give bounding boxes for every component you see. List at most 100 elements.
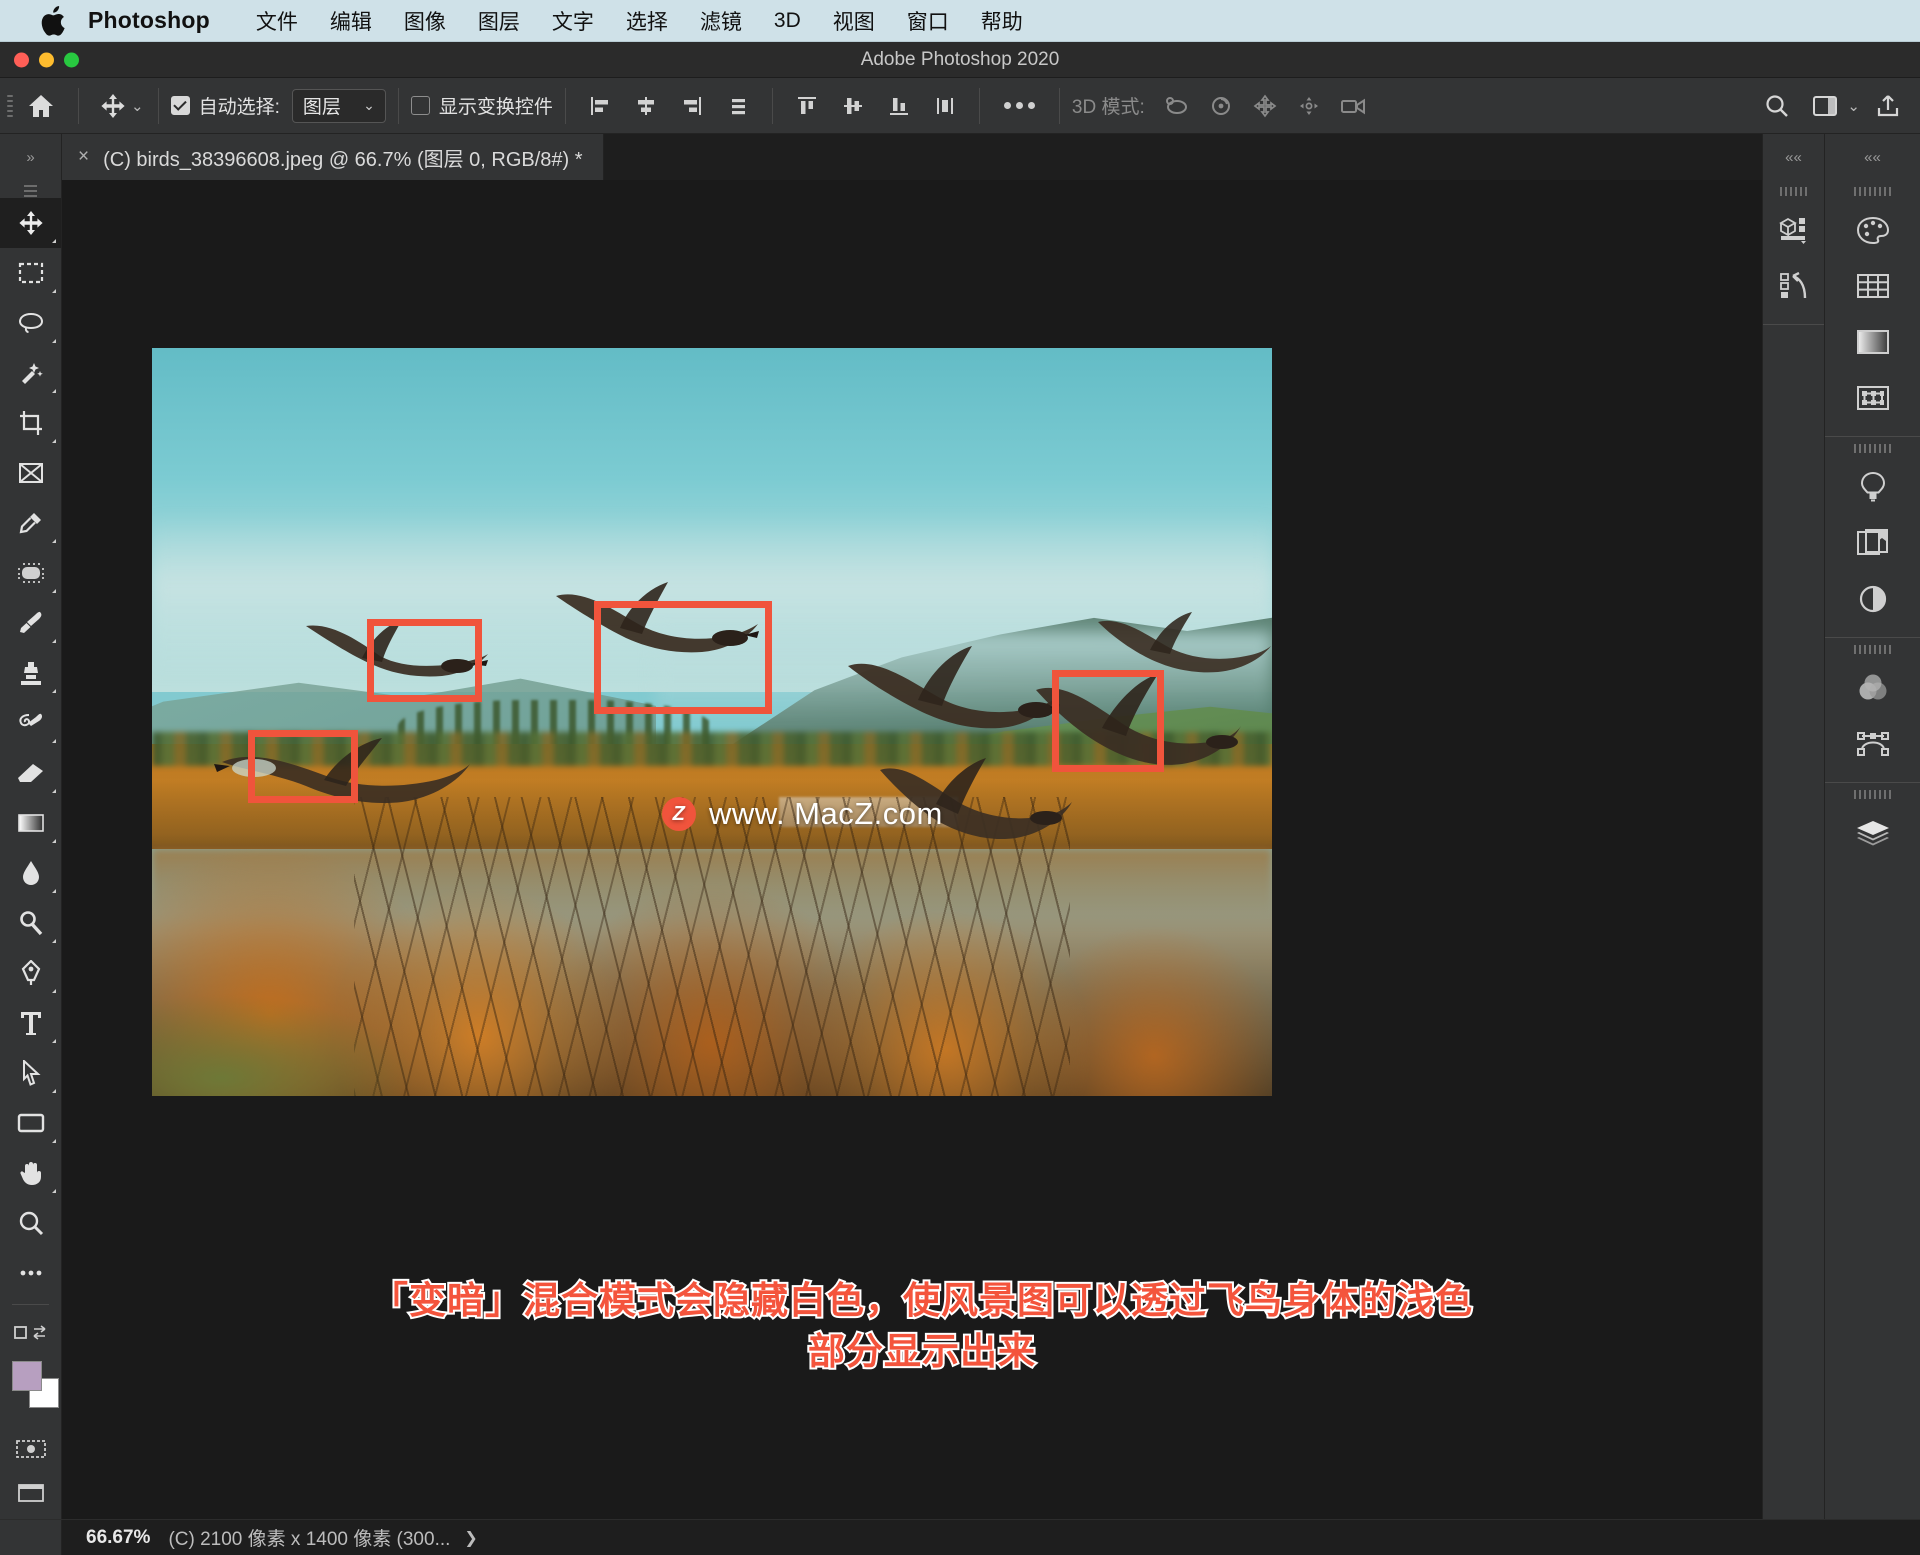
sidebar-item-move-tool[interactable] [0, 198, 61, 248]
tool-flyout-corner-icon [52, 339, 56, 343]
panel-grip[interactable] [1825, 437, 1920, 459]
sidebar-item-spot-healing-brush-tool[interactable] [0, 548, 61, 598]
history-panel-icon[interactable] [1763, 258, 1824, 314]
rotate-3d-icon[interactable] [1155, 86, 1199, 126]
menu-item-3d[interactable]: 3D [758, 9, 817, 33]
artboard[interactable] [152, 348, 1272, 1096]
align-horizontal-centers-icon[interactable] [624, 86, 668, 126]
menu-item-view[interactable]: 视图 [817, 6, 891, 36]
move-tool-icon[interactable] [91, 86, 135, 126]
home-icon[interactable] [16, 86, 66, 126]
menu-item-select[interactable]: 选择 [610, 6, 684, 36]
checkbox-box[interactable] [410, 96, 430, 115]
panel-grip[interactable] [1763, 180, 1824, 202]
menu-item-type[interactable]: 文字 [536, 6, 610, 36]
paths-panel-icon[interactable] [1825, 716, 1920, 772]
gradients-panel-icon[interactable] [1825, 314, 1920, 370]
checkbox-box[interactable] [170, 96, 190, 115]
pan-3d-icon[interactable] [1243, 86, 1287, 126]
align-left-edges-icon[interactable] [578, 86, 622, 126]
quick-mask-mode-icon[interactable] [0, 1427, 61, 1471]
dock-b-collapse-icon[interactable]: «« [1824, 134, 1920, 180]
chevron-right-icon[interactable]: ❯ [464, 1528, 477, 1548]
menu-item-edit[interactable]: 编辑 [314, 6, 388, 36]
close-window-button[interactable] [14, 52, 29, 67]
patterns-panel-icon[interactable] [1825, 370, 1920, 426]
libraries-panel-icon[interactable] [1825, 515, 1920, 571]
tool-preset-chevron-icon[interactable]: ⌄ [131, 97, 144, 115]
menu-item-window[interactable]: 窗口 [891, 6, 965, 36]
zoom-level[interactable]: 66.67% [62, 1527, 168, 1549]
toolbox-grip[interactable] [0, 184, 61, 198]
menu-item-filter[interactable]: 滤镜 [684, 6, 758, 36]
sidebar-item-clone-stamp-tool[interactable] [0, 648, 61, 698]
align-vertical-centers-icon[interactable] [831, 86, 875, 126]
channels-panel-icon[interactable] [1825, 660, 1920, 716]
sidebar-item-quick-selection-tool[interactable] [0, 348, 61, 398]
sidebar-item-pen-tool[interactable] [0, 948, 61, 998]
sidebar-item-eraser-tool[interactable] [0, 748, 61, 798]
workspace-icon[interactable] [1803, 86, 1847, 126]
sidebar-item-rectangle-tool[interactable] [0, 1098, 61, 1148]
sidebar-item-brush-tool[interactable] [0, 598, 61, 648]
toolbox-collapse-icon[interactable]: » [0, 134, 62, 180]
share-icon[interactable] [1866, 86, 1910, 126]
menu-brand[interactable]: Photoshop [88, 7, 210, 34]
options-bar-grip[interactable] [4, 89, 16, 123]
slide-3d-icon[interactable] [1287, 86, 1331, 126]
3d-panel-icon[interactable] [1763, 202, 1824, 258]
maximize-window-button[interactable] [64, 52, 79, 67]
search-icon[interactable] [1755, 86, 1799, 126]
panel-grip[interactable] [1825, 638, 1920, 660]
panel-grip[interactable] [1825, 180, 1920, 202]
apple-logo-icon[interactable] [40, 5, 66, 36]
menu-item-layer[interactable]: 图层 [462, 6, 536, 36]
sidebar-item-frame-tool[interactable] [0, 448, 61, 498]
sidebar-item-edit-toolbar[interactable] [0, 1248, 61, 1298]
roll-3d-icon[interactable] [1199, 86, 1243, 126]
align-top-edges-icon[interactable] [785, 86, 829, 126]
sidebar-item-crop-tool[interactable] [0, 398, 61, 448]
dock-a-collapse-icon[interactable]: «« [1762, 134, 1824, 180]
menu-item-help[interactable]: 帮助 [965, 6, 1039, 36]
align-bottom-edges-icon[interactable] [877, 86, 921, 126]
layers-panel-icon[interactable] [1825, 805, 1920, 861]
sidebar-item-dodge-tool[interactable] [0, 898, 61, 948]
more-options-icon[interactable] [992, 102, 1047, 109]
minimize-window-button[interactable] [39, 52, 54, 67]
close-icon[interactable]: × [78, 146, 89, 168]
bird-box-2 [594, 601, 772, 714]
foreground-color-swatch[interactable] [12, 1361, 42, 1391]
auto-select-scope-dropdown[interactable]: 图层 ⌄ [291, 88, 386, 123]
document-tab-title: (C) birds_38396608.jpeg @ 66.7% (图层 0, R… [103, 148, 583, 171]
sidebar-item-history-brush-tool[interactable] [0, 698, 61, 748]
quick-mask-toggle-icon[interactable] [0, 1311, 61, 1355]
align-right-edges-icon[interactable] [670, 86, 714, 126]
chevron-down-icon[interactable]: ⌄ [1847, 97, 1860, 115]
sidebar-item-hand-tool[interactable] [0, 1148, 61, 1198]
sidebar-item-eyedropper-tool[interactable] [0, 498, 61, 548]
distribute-horizontally-icon[interactable] [716, 86, 760, 126]
show-transform-controls-checkbox[interactable]: 显示变换控件 [410, 92, 553, 119]
document-tab[interactable]: × (C) birds_38396608.jpeg @ 66.7% (图层 0,… [62, 134, 604, 180]
distribute-vertically-icon[interactable] [923, 86, 967, 126]
screen-mode-icon[interactable] [0, 1471, 61, 1515]
menu-item-file[interactable]: 文件 [240, 6, 314, 36]
sidebar-item-type-tool[interactable] [0, 998, 61, 1048]
swatches-panel-icon[interactable] [1825, 258, 1920, 314]
sidebar-item-lasso-tool[interactable] [0, 298, 61, 348]
sidebar-item-blur-tool[interactable] [0, 848, 61, 898]
adjustments-panel-icon[interactable] [1825, 459, 1920, 515]
canvas-area[interactable]: Z www. MacZ.com 「变暗」混合模式会隐藏白色，使风景图可以透过飞鸟… [62, 180, 1762, 1555]
sidebar-item-path-selection-tool[interactable] [0, 1048, 61, 1098]
auto-select-checkbox[interactable]: 自动选择: [170, 92, 280, 119]
panel-grip[interactable] [1825, 783, 1920, 805]
sidebar-item-gradient-tool[interactable] [0, 798, 61, 848]
menu-item-image[interactable]: 图像 [388, 6, 462, 36]
properties-panel-icon[interactable] [1825, 571, 1920, 627]
sidebar-item-zoom-tool[interactable] [0, 1198, 61, 1248]
color-panel-icon[interactable] [1825, 202, 1920, 258]
sidebar-item-rectangular-marquee-tool[interactable] [0, 248, 61, 298]
bird-box-1 [367, 619, 482, 702]
scale-3d-icon[interactable] [1331, 86, 1375, 126]
